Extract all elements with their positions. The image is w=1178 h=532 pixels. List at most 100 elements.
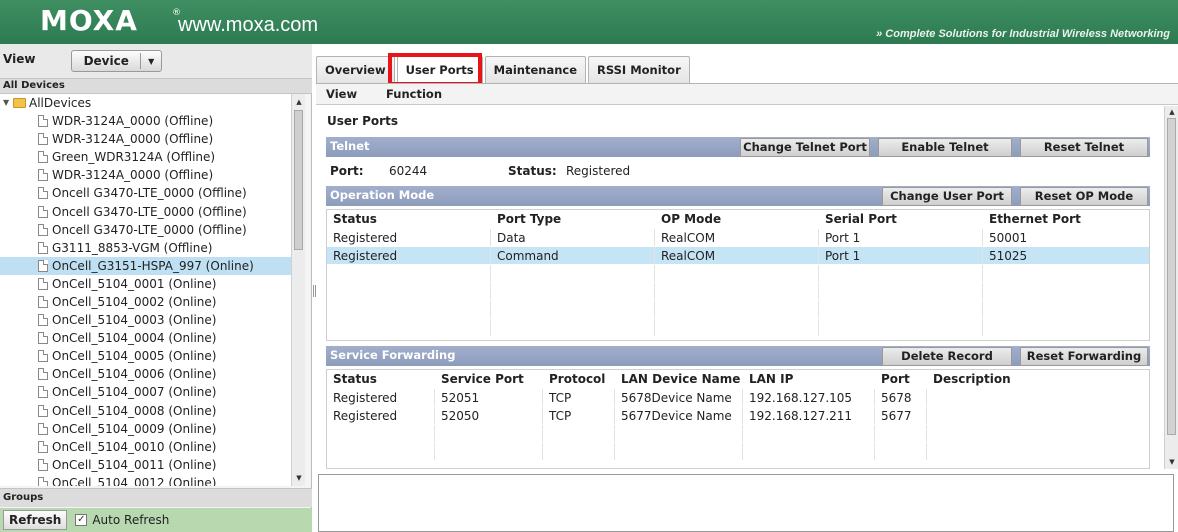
device-tree-item[interactable]: OnCell_G3151-HSPA_997 (Online) <box>0 256 291 275</box>
table-cell <box>615 443 743 460</box>
reset-telnet-button[interactable]: Reset Telnet <box>1020 138 1148 157</box>
device-tree-item-label: OnCell_5104_0005 (Online) <box>52 349 217 364</box>
tab-overview[interactable]: Overview <box>316 56 395 83</box>
table-cell <box>491 319 655 336</box>
table-cell <box>327 443 435 460</box>
device-tree-item-label: OnCell_5104_0008 (Online) <box>52 403 217 418</box>
device-file-icon <box>38 332 48 345</box>
tree-root-label: AllDevices <box>29 96 92 110</box>
auto-refresh-checkbox[interactable]: ✓ <box>75 514 88 526</box>
scroll-down-icon[interactable]: ▼ <box>1166 457 1178 468</box>
device-tree-item[interactable]: OnCell_5104_0004 (Online) <box>0 329 291 347</box>
device-tree-item[interactable]: Oncell G3470-LTE_0000 (Offline) <box>0 221 291 239</box>
table-row[interactable] <box>327 301 1149 319</box>
device-tree-item-label: WDR-3124A_0000 (Offline) <box>52 114 214 129</box>
device-tree-item[interactable]: Oncell G3470-LTE_0000 (Offline) <box>0 202 291 220</box>
table-row[interactable] <box>327 425 1149 443</box>
table-row[interactable]: Registered Data RealCOM Port 1 50001 <box>327 229 1149 247</box>
device-tree-item[interactable]: Oncell G3470-LTE_0000 (Offline) <box>0 184 291 202</box>
change-user-port-button[interactable]: Change User Port <box>882 187 1012 206</box>
column-header[interactable]: LAN IP <box>743 370 875 388</box>
column-header[interactable]: Port Type <box>491 210 655 228</box>
device-tree-item[interactable]: OnCell_5104_0005 (Online) <box>0 347 291 365</box>
expand-triangle-icon[interactable]: ▼ <box>3 94 13 112</box>
tab-maintenance[interactable]: Maintenance <box>484 56 587 83</box>
table-row[interactable]: Registered Command RealCOM Port 1 51025 <box>327 247 1149 265</box>
column-header[interactable]: Serial Port <box>819 210 983 228</box>
device-tree-item[interactable]: OnCell_5104_0010 (Online) <box>0 438 291 456</box>
column-header[interactable]: Ethernet Port <box>983 210 1149 228</box>
column-header[interactable]: LAN Device Name <box>615 370 743 388</box>
device-tree-item[interactable]: Green_WDR3124A (Offline) <box>0 148 291 166</box>
tab-rssi-monitor[interactable]: RSSI Monitor <box>588 56 690 83</box>
device-tree-item[interactable]: OnCell_5104_0011 (Online) <box>0 456 291 474</box>
column-header[interactable]: Status <box>327 210 491 228</box>
reset-forwarding-button[interactable]: Reset Forwarding <box>1020 347 1148 366</box>
column-header[interactable]: Port <box>875 370 927 388</box>
table-cell <box>983 283 1149 300</box>
table-cell: 52051 <box>435 389 543 406</box>
reset-op-mode-button[interactable]: Reset OP Mode <box>1020 187 1148 206</box>
tree-root[interactable]: ▼ AllDevices <box>0 94 291 112</box>
device-tree-item[interactable]: WDR-3124A_0000 (Offline) <box>0 130 291 148</box>
view-menu[interactable]: View <box>326 87 357 101</box>
column-header[interactable]: OP Mode <box>655 210 819 228</box>
device-tree-item[interactable]: G3111_8853-VGM (Offline) <box>0 239 291 257</box>
column-header[interactable]: Description <box>927 370 1149 388</box>
device-tree-item[interactable]: OnCell_5104_0001 (Online) <box>0 275 291 293</box>
scroll-down-icon[interactable]: ▼ <box>293 472 305 484</box>
table-cell: 50001 <box>989 231 1028 245</box>
device-file-icon <box>38 295 48 308</box>
device-tree-item[interactable]: OnCell_5104_0008 (Online) <box>0 402 291 420</box>
device-file-icon <box>38 277 48 290</box>
table-cell <box>655 319 819 336</box>
column-header[interactable]: Protocol <box>543 370 615 388</box>
table-row[interactable] <box>327 265 1149 283</box>
table-cell: 51025 <box>989 249 1028 263</box>
delete-record-button[interactable]: Delete Record <box>882 347 1012 366</box>
table-cell: 192.168.127.211 <box>743 407 875 424</box>
device-tree-item[interactable]: WDR-3124A_0000 (Offline) <box>0 166 291 184</box>
content-scrollbar[interactable]: ▲ ▼ <box>1164 106 1178 469</box>
device-tree-item[interactable]: OnCell_5104_0009 (Online) <box>0 420 291 438</box>
scroll-up-icon[interactable]: ▲ <box>293 96 305 108</box>
device-tree-item[interactable]: OnCell_5104_0002 (Online) <box>0 293 291 311</box>
device-tree-item-label: OnCell_5104_0006 (Online) <box>52 367 217 382</box>
port-label: Port: <box>330 164 364 178</box>
column-header[interactable]: Service Port <box>435 370 543 388</box>
table-header-row: Status Service Port Protocol LAN Device Nam… <box>327 370 1149 389</box>
scroll-thumb[interactable] <box>294 110 303 250</box>
scroll-thumb[interactable] <box>1167 118 1176 435</box>
scroll-up-icon[interactable]: ▲ <box>1166 107 1178 118</box>
table-row[interactable] <box>327 319 1149 337</box>
device-tree-item[interactable]: OnCell_5104_0006 (Online) <box>0 365 291 383</box>
table-cell: Registered <box>327 407 435 424</box>
table-cell: Registered <box>327 229 491 246</box>
table-row[interactable]: Registered 52051 TCP 5678Device Name 192.168… <box>327 389 1149 407</box>
device-file-icon <box>38 404 48 417</box>
view-select[interactable]: Device ▼ <box>71 50 162 72</box>
view-label: View <box>3 52 36 66</box>
table-row[interactable] <box>327 283 1149 301</box>
table-cell <box>983 265 1149 282</box>
auto-refresh-label: Auto Refresh <box>92 513 170 527</box>
table-row[interactable] <box>327 443 1149 461</box>
device-tree-scrollbar[interactable]: ▲ ▼ <box>291 94 305 486</box>
device-tree-item-label: Oncell G3470-LTE_0000 (Offline) <box>52 222 247 237</box>
table-cell <box>875 443 927 460</box>
table-cell <box>819 283 983 300</box>
refresh-button[interactable]: Refresh <box>3 510 68 530</box>
user-ports-content: User Ports Telnet Change Telnet Port Ena… <box>316 106 1164 469</box>
device-tree-item[interactable]: WDR-3124A_0000 (Offline) <box>0 112 291 130</box>
device-file-icon <box>38 440 48 453</box>
device-tree-item[interactable]: OnCell_5104_0003 (Online) <box>0 311 291 329</box>
device-tree-item-label: OnCell_5104_0011 (Online) <box>52 457 217 472</box>
device-tree-item[interactable]: OnCell_5104_0012 (Online) <box>0 474 291 486</box>
change-telnet-port-button[interactable]: Change Telnet Port <box>740 138 870 157</box>
refresh-bar: Refresh ✓ Auto Refresh <box>0 508 312 532</box>
function-menu[interactable]: Function <box>386 87 442 101</box>
enable-telnet-button[interactable]: Enable Telnet <box>878 138 1012 157</box>
column-header[interactable]: Status <box>327 370 435 388</box>
device-tree-item[interactable]: OnCell_5104_0007 (Online) <box>0 383 291 401</box>
table-row[interactable]: Registered 52050 TCP 5677Device Name 192.168… <box>327 407 1149 425</box>
